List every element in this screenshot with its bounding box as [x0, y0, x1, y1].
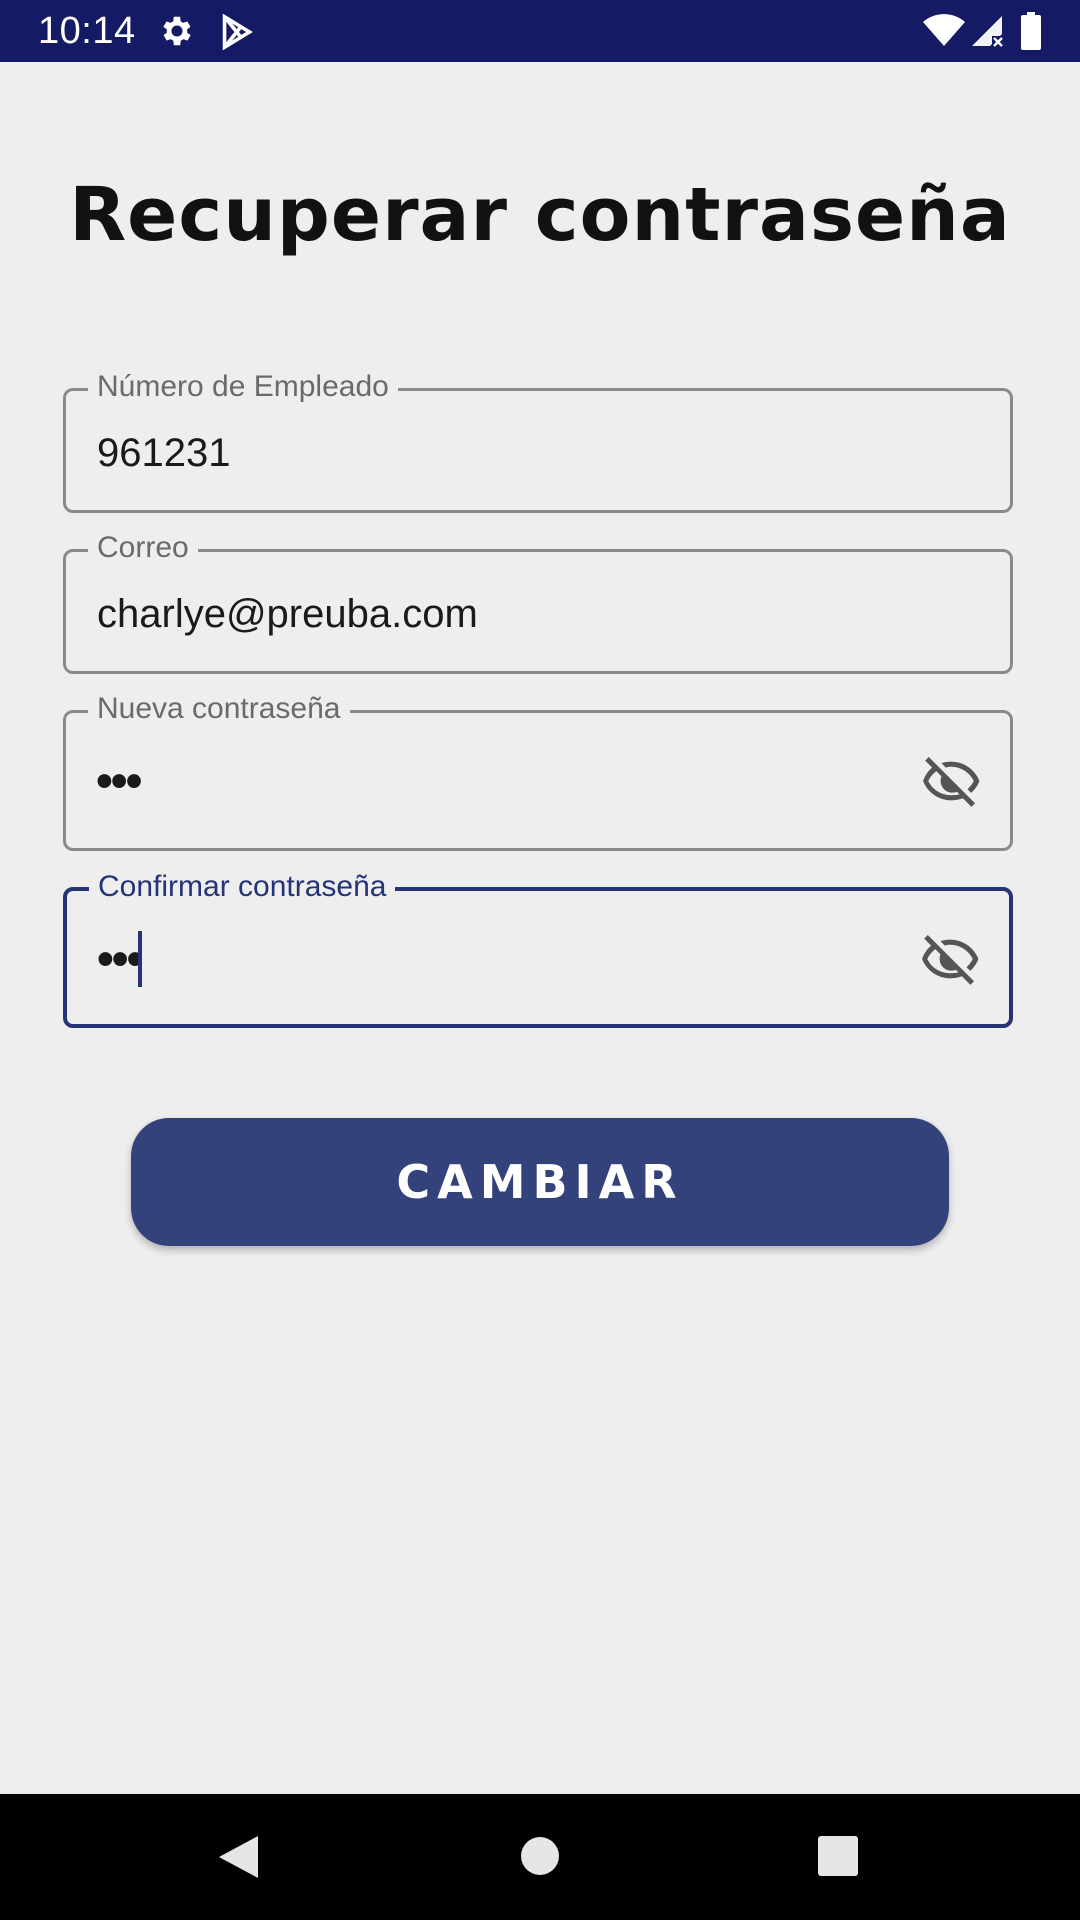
- visibility-off-icon[interactable]: [920, 750, 982, 812]
- battery-icon: [1021, 12, 1041, 50]
- signal-icon: [972, 16, 1004, 48]
- wifi-icon: [923, 14, 965, 46]
- home-icon[interactable]: [520, 1836, 560, 1876]
- confirm-password-label: Confirmar contraseña: [89, 867, 396, 907]
- new-password-input[interactable]: •••: [96, 756, 142, 808]
- employee-number-label: Número de Empleado: [88, 367, 398, 407]
- employee-number-field[interactable]: Número de Empleado 961231: [63, 367, 1013, 513]
- navigation-bar: [0, 1794, 1080, 1920]
- confirm-password-input[interactable]: •••: [97, 934, 143, 986]
- play-store-icon: [222, 14, 253, 50]
- new-password-field[interactable]: Nueva contraseña •••: [63, 689, 1013, 851]
- email-field[interactable]: Correo charlye@preuba.com: [63, 528, 1013, 674]
- status-time: 10:14: [38, 10, 136, 52]
- page-title: Recuperar contraseña: [69, 172, 1011, 258]
- confirm-password-field[interactable]: Confirmar contraseña •••: [63, 867, 1013, 1028]
- employee-number-input[interactable]: 961231: [97, 427, 230, 479]
- new-password-label: Nueva contraseña: [88, 689, 350, 729]
- email-label: Correo: [88, 528, 198, 568]
- text-caret: [138, 931, 142, 987]
- email-input[interactable]: charlye@preuba.com: [97, 588, 478, 640]
- status-bar: 10:14: [0, 0, 1080, 62]
- change-button[interactable]: CAMBIAR: [131, 1118, 949, 1246]
- back-icon[interactable]: [216, 1834, 260, 1880]
- visibility-off-icon[interactable]: [919, 928, 981, 990]
- settings-icon: [163, 16, 191, 46]
- recents-icon[interactable]: [818, 1836, 858, 1876]
